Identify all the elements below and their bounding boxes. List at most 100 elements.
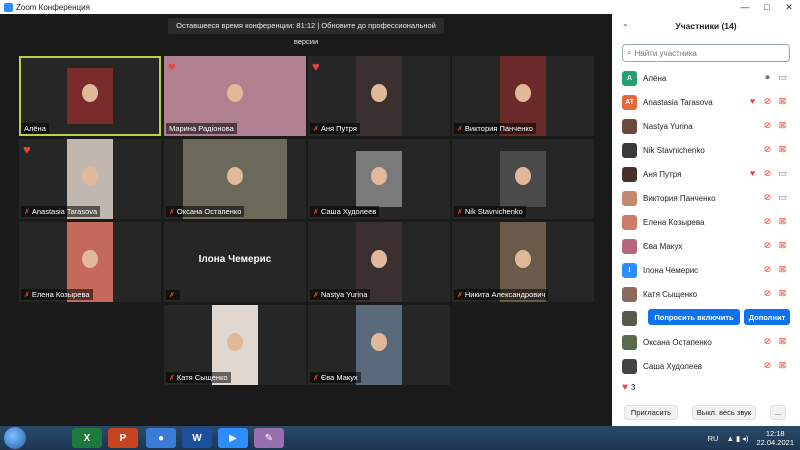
language-indicator[interactable]: RU (708, 434, 719, 443)
video-tile[interactable]: ✗ Єва Макух (308, 305, 450, 385)
participant-face (515, 250, 531, 268)
mic-muted-icon: ✗ (457, 125, 463, 133)
participant-row[interactable]: Nastya Yurina ⊘ ⊠ (612, 114, 800, 138)
participant-row[interactable]: Елена Козырева ⊘ ⊠ (612, 210, 800, 234)
mic-muted-icon[interactable]: ⊘ (762, 240, 773, 250)
video-tile[interactable]: Ілона Чемерис ✗ (164, 222, 306, 302)
tile-namebar: ✗ Єва Макух (310, 372, 361, 383)
video-tile[interactable]: ✗ Елена Козырева (19, 222, 161, 302)
camera-off-icon[interactable]: ⊠ (777, 144, 788, 154)
participant-status-icons: ⊘ ▭ (762, 192, 788, 202)
participant-list-name: Аня Путря (643, 169, 682, 179)
participant-row[interactable]: Оксана Остапенко ⊘ ⊠ (612, 330, 800, 354)
mic-muted-icon[interactable]: ⊘ (762, 216, 773, 226)
mic-muted-icon[interactable]: ⊘ (762, 336, 773, 346)
minimize-button[interactable]: — (734, 0, 756, 14)
video-tile[interactable]: ♥ ✗ Аня Путря (308, 56, 450, 136)
video-tile[interactable]: ✗ Саша Худолеев (308, 139, 450, 219)
participant-face (227, 84, 243, 102)
camera-off-icon[interactable]: ⊠ (777, 360, 788, 370)
close-button[interactable]: ✕ (778, 0, 800, 14)
participant-search-box[interactable]: ⌕ (622, 44, 790, 62)
camera-off-icon[interactable]: ⊠ (777, 96, 788, 106)
participant-status-icons: ⊘ ⊠ (762, 264, 788, 274)
participant-name: Nastya Yurina (320, 290, 368, 299)
ask-to-unmute-button[interactable]: Попросить включить (648, 309, 740, 325)
tray-icons[interactable]: ▲ ▮ ◂) (726, 434, 748, 443)
mute-all-button[interactable]: Выкл. весь звук (692, 405, 756, 420)
participant-status-icons: ⊘ ⊠ (762, 360, 788, 370)
chrome-icon[interactable]: ● (146, 428, 176, 448)
more-participant-options-button[interactable]: Дополнит (744, 309, 790, 325)
participant-row[interactable]: Катя Сыщенко ⊘ ⊠ (612, 282, 800, 306)
camera-off-icon[interactable]: ⊠ (777, 288, 788, 298)
participant-name-large: Ілона Чемерис (198, 254, 272, 265)
participant-list-name: Виктория Панченко (643, 193, 716, 203)
participant-list-name: Nastya Yurina (643, 121, 693, 131)
window-controls: — □ ✕ (734, 0, 800, 14)
video-tile[interactable]: ✗ Оксана Остапенко (164, 139, 306, 219)
participant-search-input[interactable] (634, 48, 775, 58)
participant-name: Аня Путря (320, 124, 357, 133)
excel-icon[interactable]: X (72, 428, 102, 448)
camera-off-icon[interactable]: ⊠ (777, 216, 788, 226)
mic-muted-icon[interactable]: ⊘ (762, 360, 773, 370)
powerpoint-icon[interactable]: P (108, 428, 138, 448)
camera-off-icon[interactable]: ⊠ (777, 120, 788, 130)
camera-off-icon[interactable]: ⊠ (777, 336, 788, 346)
participant-face (371, 333, 387, 351)
panel-title: Участники (14) (675, 21, 737, 31)
camera-off-icon[interactable]: ⊠ (777, 264, 788, 274)
participant-row[interactable]: A Алёна ⏺ ▭ (612, 66, 800, 90)
participant-row[interactable]: Саша Худолеев ⊘ ⊠ (612, 354, 800, 378)
mic-muted-icon[interactable]: ⊘ (762, 288, 773, 298)
video-tile[interactable]: ✗ Nastya Yurina (308, 222, 450, 302)
video-tile[interactable]: ✗ Виктория Панченко (452, 56, 594, 136)
maximize-button[interactable]: □ (756, 0, 778, 14)
zoom-icon[interactable]: ▶ (218, 428, 248, 448)
search-icon: ⌕ (627, 48, 632, 57)
participant-row[interactable]: Аня Путря ♥ ⊘ ▭ (612, 162, 800, 186)
video-tile[interactable]: ✗ Никита Александрович (452, 222, 594, 302)
participant-row[interactable]: Єва Макух ⊘ ⊠ (612, 234, 800, 258)
mic-muted-icon: ✗ (457, 291, 463, 299)
participant-avatar (622, 190, 637, 206)
video-tile[interactable]: ♥ ✗ Anastasia Tarasova (19, 139, 161, 219)
mic-muted-icon[interactable]: ⊘ (762, 120, 773, 130)
mic-muted-icon[interactable]: ⊘ (762, 264, 773, 274)
participant-face (82, 250, 98, 268)
participant-row[interactable]: Виктория Панченко ⊘ ▭ (612, 186, 800, 210)
video-tile[interactable]: ✗ Nik Stavnichenko (452, 139, 594, 219)
mic-muted-icon[interactable]: ⊘ (762, 192, 773, 202)
participant-row[interactable]: I Ілона Чемерис ⊘ ⊠ (612, 258, 800, 282)
camera-on-icon[interactable]: ▭ (777, 72, 788, 82)
tile-namebar: ✗ (166, 290, 180, 300)
participant-row[interactable]: Nik Stavnichenko ⊘ ⊠ (612, 138, 800, 162)
start-button[interactable] (4, 427, 26, 449)
tile-namebar: ✗ Nastya Yurina (310, 289, 371, 300)
participant-row[interactable]: Попросить включить Дополнит (612, 306, 800, 330)
participant-list-name: Єва Макух (643, 241, 683, 251)
mic-on-icon[interactable]: ⏺ (762, 72, 773, 82)
camera-on-icon[interactable]: ▭ (777, 168, 788, 178)
camera-off-icon[interactable]: ⊠ (777, 240, 788, 250)
video-tile[interactable]: ♥ Марина Радіонова (164, 56, 306, 136)
word-icon[interactable]: W (182, 428, 212, 448)
clock[interactable]: 12:18 22.04.2021 (756, 429, 794, 447)
video-tile[interactable]: Алёна (19, 56, 161, 136)
camera-on-icon[interactable]: ▭ (777, 192, 788, 202)
meeting-time-banner[interactable]: Оставшееся время конференции: 81:12 | Об… (168, 18, 444, 46)
video-tile[interactable]: ✗ Катя Сыщенко (164, 305, 306, 385)
invite-button[interactable]: Пригласить (624, 405, 678, 420)
mic-muted-icon[interactable]: ⊘ (762, 144, 773, 154)
more-options-button[interactable]: ... (770, 405, 786, 420)
participant-avatar (622, 142, 637, 158)
participant-list-name: Саша Худолеев (643, 361, 703, 371)
paint-icon[interactable]: ✎ (254, 428, 284, 448)
mic-muted-icon[interactable]: ⊘ (762, 168, 773, 178)
zoom-logo-icon (4, 2, 13, 12)
mic-muted-icon[interactable]: ⊘ (762, 96, 773, 106)
participant-status-icons: ⊘ ⊠ (762, 288, 788, 298)
chevron-down-icon[interactable]: ⌄ (622, 19, 629, 28)
participant-row[interactable]: AT Anastasia Tarasova ♥ ⊘ ⊠ (612, 90, 800, 114)
